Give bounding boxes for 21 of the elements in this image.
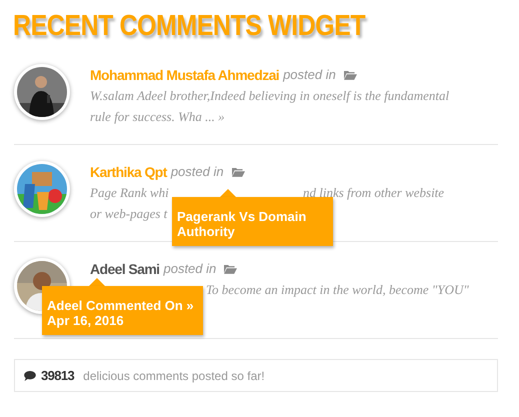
speech-bubble-icon [24,370,36,380]
folder-icon [224,264,238,274]
comment-count: 39813 [41,366,74,385]
comment-count-caption: delicious comments posted so far! [83,368,265,384]
posted-in-label: posted in [170,163,224,181]
author-link[interactable]: Karthika Qpt [90,162,167,182]
author-link[interactable]: Adeel Sami [90,259,160,279]
posted-in-label: posted in [283,66,336,84]
tooltip: Adeel Commented On » Apr 16, 2016 [42,286,203,335]
comment-text: rule for success. Wha ... » [90,109,225,124]
posted-in-label: posted in [163,260,216,278]
author-link[interactable]: Mohammad Mustafa Ahmedzai [90,65,280,85]
folder-icon [344,70,357,80]
comment-text: nd links from other website [303,185,444,200]
comment-text: Page Rank whi [90,185,169,200]
tooltip: Pagerank Vs Domain Authority [172,197,333,246]
comment-text: W.salam Adeel brother,Indeed believing in oneself is the fundamental [90,88,450,103]
widget-title: RECENT COMMENTS WIDGET [13,9,366,43]
folder-icon [232,167,245,177]
comment-text: or web-pages t [90,206,168,221]
comment-text: To become an impact in the world, become "YOU" [206,282,469,297]
